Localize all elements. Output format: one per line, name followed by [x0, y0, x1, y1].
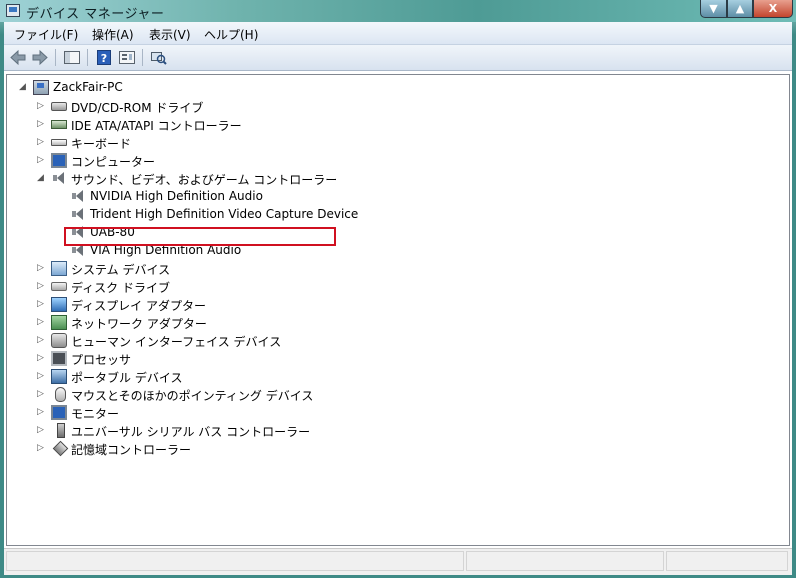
menu-help[interactable]: ヘルプ(H): [204, 26, 258, 43]
disk-drive-icon: [51, 282, 67, 291]
close-button[interactable]: X: [753, 0, 793, 18]
show-hide-tree-icon[interactable]: [62, 48, 82, 67]
title-bar[interactable]: デバイス マネージャー ▼ ▲ X: [0, 0, 796, 22]
tree-node-label: マウスとそのほかのポインティング デバイス: [71, 389, 314, 403]
expand-icon[interactable]: ▷: [37, 336, 45, 345]
client-area: ファイル(F) 操作(A) 表示(V) ヘルプ(H) ? ◢ ZackFair-…: [4, 22, 792, 575]
mouse-icon: [55, 387, 66, 402]
expand-icon[interactable]: ▷: [37, 282, 45, 291]
window-title: デバイス マネージャー: [26, 7, 165, 22]
expand-icon[interactable]: ▷: [37, 318, 45, 327]
tree-node-label: ユニバーサル シリアル バス コントローラー: [71, 425, 311, 439]
status-bar: [4, 548, 792, 575]
network-adapter-icon: [51, 315, 67, 330]
svg-text:?: ?: [101, 52, 107, 65]
tree-node-label: モニター: [71, 407, 120, 421]
tree-node-label: ディスプレイ アダプター: [71, 299, 206, 313]
monitor-icon: [51, 405, 67, 420]
optical-drive-icon: [51, 102, 67, 111]
expand-icon[interactable]: ▷: [37, 138, 45, 147]
tree-node-label: 記憶域コントローラー: [71, 443, 192, 457]
hid-device-icon: [51, 333, 67, 348]
toolbar: ?: [4, 45, 792, 71]
menu-view[interactable]: 表示(V): [149, 26, 191, 43]
tree-node-label: ZackFair-PC: [53, 80, 123, 94]
scan-hardware-icon[interactable]: [148, 48, 168, 67]
expand-icon[interactable]: ▷: [37, 444, 45, 453]
ide-controller-icon: [51, 120, 67, 129]
portable-device-icon: [51, 369, 67, 384]
status-pane-secondary: [466, 551, 664, 571]
expand-icon[interactable]: ▷: [37, 300, 45, 309]
tree-node-label: ネットワーク アダプター: [71, 317, 207, 331]
forward-arrow-icon[interactable]: [30, 48, 50, 67]
keyboard-icon: [51, 139, 67, 146]
status-pane-main: [6, 551, 464, 571]
device-tree[interactable]: ◢ ZackFair-PC ▷ DVD/CD-ROM ドライブ ▷ IDE AT…: [6, 74, 790, 546]
speaker-icon: [52, 171, 66, 186]
maximize-button[interactable]: ▲: [727, 0, 753, 18]
tree-node-label: DVD/CD-ROM ドライブ: [71, 101, 204, 115]
tree-node-label: IDE ATA/ATAPI コントローラー: [71, 119, 242, 133]
toolbar-separator: [87, 49, 88, 66]
tree-node-label: サウンド、ビデオ、およびゲーム コントローラー: [71, 173, 338, 187]
tree-node-label: NVIDIA High Definition Audio: [90, 189, 263, 203]
tree-node-label: ヒューマン インターフェイス デバイス: [71, 335, 282, 349]
tree-node-label: ポータブル デバイス: [71, 371, 183, 385]
display-adapter-icon: [51, 297, 67, 312]
system-device-icon: [51, 261, 67, 276]
expand-icon[interactable]: ▷: [37, 120, 45, 129]
expand-icon[interactable]: ▷: [37, 354, 45, 363]
selection-highlight-box: [64, 227, 336, 246]
tree-node-label: システム デバイス: [71, 263, 171, 277]
storage-controller-icon: [52, 440, 69, 457]
help-icon[interactable]: ?: [94, 48, 114, 67]
properties-icon[interactable]: [117, 48, 137, 67]
tree-node-label: プロセッサ: [71, 353, 132, 367]
tree-node-label: Trident High Definition Video Capture De…: [90, 207, 359, 221]
minimize-button[interactable]: ▼: [700, 0, 727, 18]
toolbar-separator: [142, 49, 143, 66]
toolbar-separator: [55, 49, 56, 66]
expand-icon[interactable]: ▷: [37, 426, 45, 435]
menu-file[interactable]: ファイル(F): [14, 26, 78, 43]
tree-node-label: コンピューター: [71, 155, 156, 169]
processor-icon: [51, 351, 67, 366]
status-pane-tertiary: [666, 551, 788, 571]
collapse-icon[interactable]: ◢: [19, 83, 27, 92]
tree-node-label: キーボード: [71, 137, 132, 151]
menu-bar: ファイル(F) 操作(A) 表示(V) ヘルプ(H): [4, 22, 792, 45]
tree-node-label: ディスク ドライブ: [71, 281, 170, 295]
expand-icon[interactable]: ▷: [37, 102, 45, 111]
menu-action[interactable]: 操作(A): [92, 26, 134, 43]
device-manager-icon: [6, 4, 20, 17]
computer-icon: [33, 80, 49, 95]
speaker-icon: [71, 207, 85, 222]
expand-icon[interactable]: ▷: [37, 408, 45, 417]
expand-icon[interactable]: ▷: [37, 264, 45, 273]
expand-icon[interactable]: ▷: [37, 390, 45, 399]
computer-monitor-icon: [51, 153, 67, 168]
expand-icon[interactable]: ▷: [37, 372, 45, 381]
device-manager-window: デバイス マネージャー ▼ ▲ X ファイル(F) 操作(A) 表示(V) ヘル…: [0, 0, 796, 578]
collapse-icon[interactable]: ◢: [37, 174, 45, 183]
back-arrow-icon[interactable]: [8, 48, 28, 67]
usb-icon: [57, 423, 65, 438]
speaker-icon: [71, 189, 85, 204]
expand-icon[interactable]: ▷: [37, 156, 45, 165]
